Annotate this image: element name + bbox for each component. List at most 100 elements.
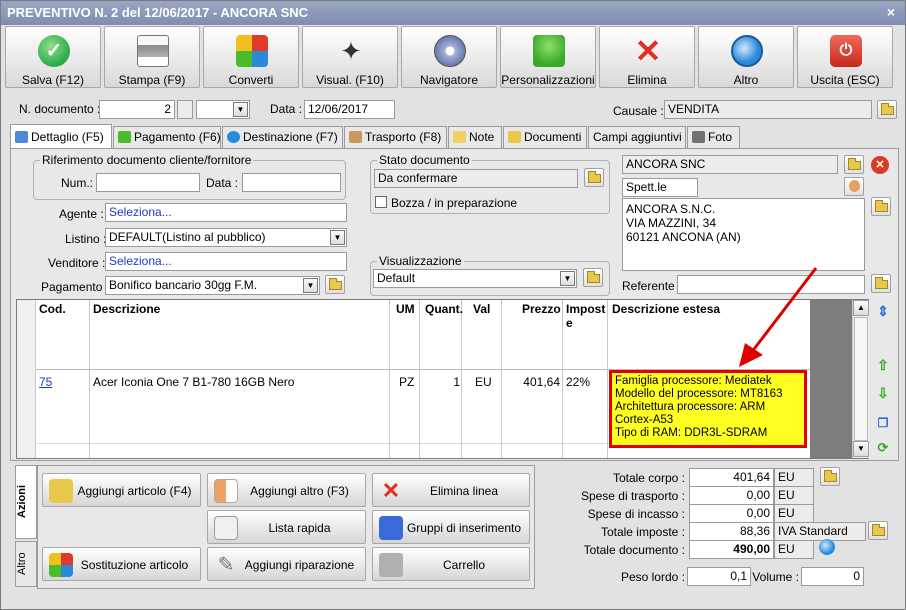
row-quant[interactable]: 1 [420, 375, 460, 389]
navigator-button[interactable]: Navigatore [401, 26, 497, 88]
tab-pagamento[interactable]: Pagamento (F6) [113, 126, 221, 148]
tab-destinazione[interactable]: Destinazione (F7) [222, 126, 343, 148]
add-other-icon [214, 479, 238, 503]
spett-field[interactable]: Spett.le [622, 178, 698, 197]
causale-label: Causale : [613, 104, 664, 118]
header-descrizione-estesa[interactable]: Descrizione estesa [612, 302, 720, 316]
tab-label: Dettaglio (F5) [31, 130, 104, 144]
tab-campi-aggiuntivi[interactable]: Campi aggiuntivi [588, 126, 686, 148]
stato-title: Stato documento [377, 153, 472, 167]
num-input[interactable] [96, 173, 200, 192]
check-icon: ✓ [38, 35, 70, 67]
header-val[interactable]: Val [473, 302, 490, 316]
header-quant[interactable]: Quant. [425, 302, 463, 316]
totale-corpo-folder-button[interactable] [820, 467, 840, 486]
folder-icon [824, 470, 837, 482]
header-imposte[interactable]: Impost e [566, 302, 608, 330]
quick-list-button[interactable]: Lista rapida [207, 510, 366, 544]
close-icon[interactable]: × [883, 4, 899, 20]
delete-line-button[interactable]: ✕ Elimina linea [372, 473, 530, 507]
add-repair-button[interactable]: ✎ Aggiungi riparazione [207, 547, 366, 581]
iva-standard-field: IVA Standard [774, 522, 866, 541]
customize-button[interactable]: Personalizzazioni [500, 26, 596, 88]
zoom-icon[interactable] [819, 539, 835, 555]
save-button[interactable]: ✓ Salva (F12) [5, 26, 101, 88]
arrow-down-icon[interactable]: ⇩ [873, 383, 893, 403]
scroll-up-arrow[interactable]: ▲ [853, 300, 869, 316]
row-um[interactable]: PZ [399, 375, 414, 389]
visualizzazione-select[interactable]: Default ▼ [373, 269, 577, 288]
ndoc-input[interactable]: 2 [99, 100, 175, 119]
print-button[interactable]: Stampa (F9) [104, 26, 200, 88]
address-field[interactable]: ANCORA S.N.C. VIA MAZZINI, 34 60121 ANCO… [622, 198, 865, 271]
peso-lordo-input[interactable]: 0,1 [687, 567, 751, 586]
agente-field[interactable]: Seleziona... [105, 203, 347, 222]
tab-documenti[interactable]: Documenti [503, 126, 587, 148]
grid-scrollbar[interactable]: ▲ ▼ [852, 300, 869, 458]
ndoc-series-select[interactable]: ▼ [196, 100, 250, 119]
insertion-groups-button[interactable]: Gruppi di inserimento [372, 510, 530, 544]
scroll-down-arrow[interactable]: ▼ [853, 441, 869, 457]
copy-icon[interactable]: ❐ [873, 413, 893, 433]
venditore-field[interactable]: Seleziona... [105, 252, 347, 271]
header-cod[interactable]: Cod. [39, 302, 66, 316]
row-imposte[interactable]: 22% [566, 375, 590, 389]
volume-input[interactable]: 0 [801, 567, 864, 586]
cart-button[interactable]: Carrello [372, 547, 530, 581]
replace-article-button[interactable]: Sostituzione articolo [42, 547, 201, 581]
rif-date-input[interactable] [242, 173, 341, 192]
stato-folder-button[interactable] [584, 168, 604, 187]
totale-imposte-field: 88,36 [689, 522, 774, 541]
refresh-icon[interactable]: ⟳ [873, 438, 893, 458]
tab-trasporto[interactable]: Trasporto (F8) [344, 126, 447, 148]
listino-select[interactable]: DEFAULT(Listino al pubblico) ▼ [105, 228, 347, 247]
tab-azioni[interactable]: Azioni [15, 465, 37, 539]
add-article-button[interactable]: Aggiungi articolo (F4) [42, 473, 201, 507]
address-folder-button[interactable] [871, 197, 891, 216]
exit-button[interactable]: ⏻ Uscita (ESC) [797, 26, 893, 88]
tab-dettaglio[interactable]: Dettaglio (F5) [10, 124, 112, 148]
preview-button[interactable]: ✦ Visual. (F10) [302, 26, 398, 88]
button-label: Elimina linea [429, 484, 499, 498]
chevron-down-icon[interactable]: ▼ [560, 271, 575, 286]
row-prezzo[interactable]: 401,64 [502, 375, 560, 389]
bozza-checkbox[interactable] [375, 196, 387, 208]
pagamento-select[interactable]: Bonifico bancario 30gg F.M. ▼ [105, 276, 320, 295]
tab-note[interactable]: Note [448, 126, 502, 148]
date-input[interactable]: 12/06/2017 [304, 100, 395, 119]
folder-icon [881, 103, 894, 115]
pagamento-folder-button[interactable] [325, 275, 345, 294]
clear-cliente-icon[interactable]: ✕ [871, 156, 889, 174]
convert-button[interactable]: Converti [203, 26, 299, 88]
row-val[interactable]: EU [475, 375, 492, 389]
delete-button[interactable]: ✕ Elimina [599, 26, 695, 88]
tab-label: Destinazione (F7) [243, 130, 338, 144]
chevron-down-icon[interactable]: ▼ [303, 278, 318, 293]
scroll-thumb[interactable] [854, 317, 868, 441]
causale-folder-button[interactable] [877, 100, 897, 119]
tab-altro[interactable]: Altro [15, 541, 37, 587]
exit-label: Uscita (ESC) [810, 73, 880, 87]
causale-field[interactable]: VENDITA [664, 100, 872, 119]
row-cod-link[interactable]: 75 [39, 375, 52, 389]
other-button[interactable]: Altro [698, 26, 794, 88]
tab-foto[interactable]: Foto [687, 126, 740, 148]
iva-folder-button[interactable] [868, 521, 888, 540]
user-search-button[interactable] [844, 177, 864, 196]
move-up-down-icon[interactable]: ⇕ [873, 301, 893, 321]
chevron-down-icon[interactable]: ▼ [330, 230, 345, 245]
user-icon [849, 180, 860, 192]
referente-folder-button[interactable] [871, 274, 891, 293]
visualizzazione-folder-button[interactable] [583, 268, 603, 287]
row-descrizione[interactable]: Acer Iconia One 7 B1-780 16GB Nero [93, 375, 294, 389]
cliente-name-field[interactable]: ANCORA SNC [622, 155, 838, 174]
add-other-button[interactable]: Aggiungi altro (F3) [207, 473, 366, 507]
stato-field[interactable]: Da confermare [374, 169, 578, 188]
header-descrizione[interactable]: Descrizione [93, 302, 160, 316]
cliente-folder-button[interactable] [844, 155, 864, 174]
header-prezzo[interactable]: Prezzo [522, 302, 561, 316]
arrow-up-icon[interactable]: ⇧ [873, 355, 893, 375]
riferimento-title: Riferimento documento cliente/fornitore [40, 153, 254, 167]
ndoc-suffix-field[interactable] [177, 100, 193, 119]
header-um[interactable]: UM [396, 302, 415, 316]
